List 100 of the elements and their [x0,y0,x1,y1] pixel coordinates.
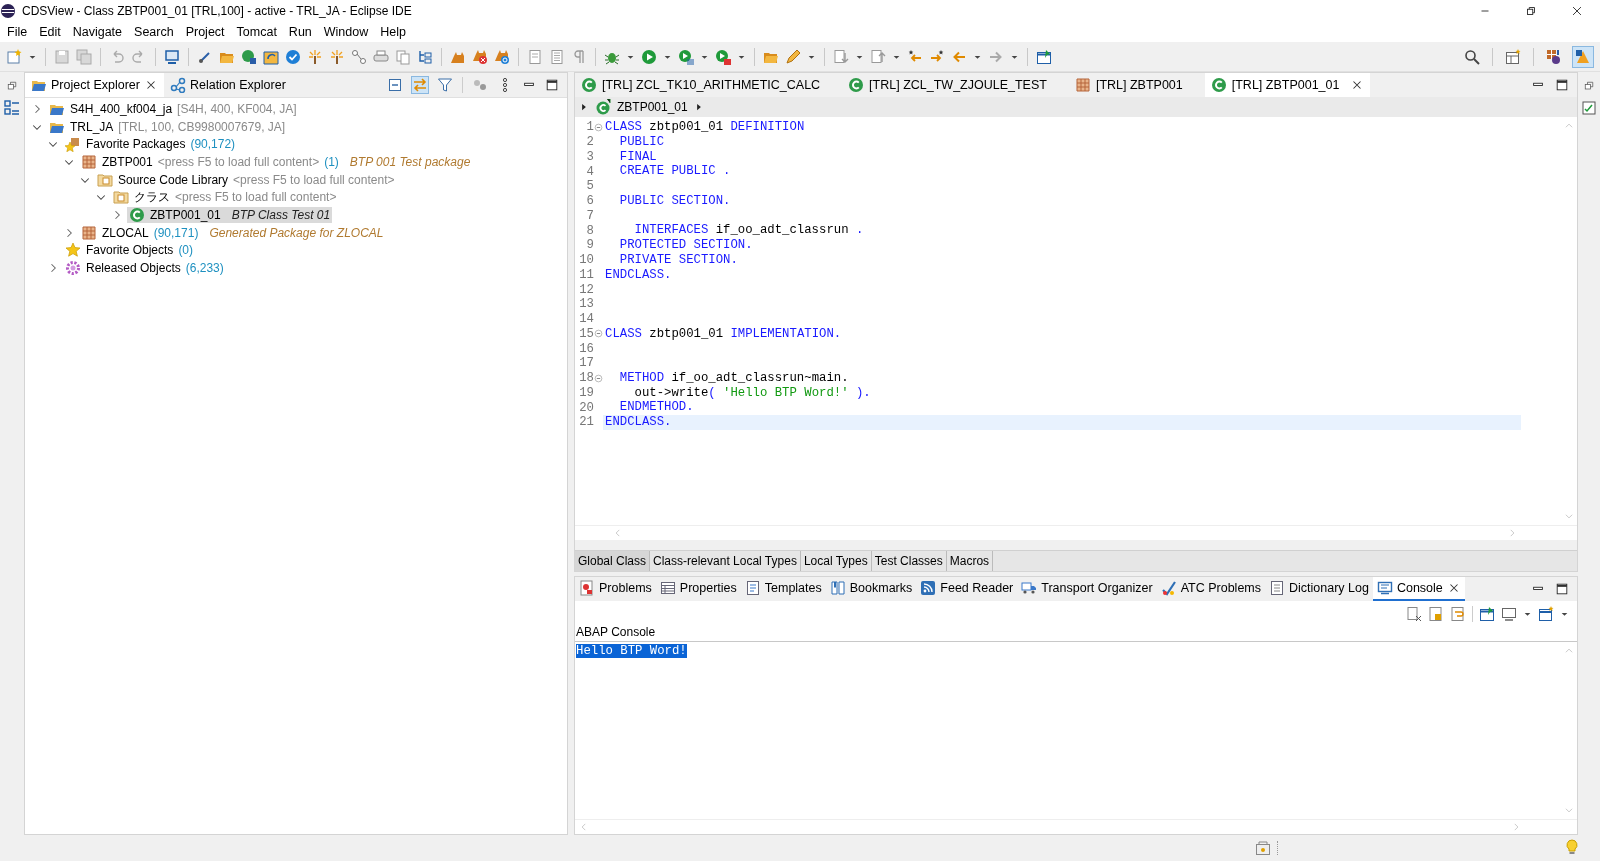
relation-icon [169,77,186,93]
nodes-icon[interactable] [351,48,367,65]
tree-item[interactable]: クラス <press F5 to load full content> [111,188,339,206]
feed-icon [920,580,937,596]
tree-item[interactable]: ZLOCAL (90,171) Generated Package for ZLOCAL [79,224,386,241]
item-detail: <press F5 to load full content> [175,190,337,205]
pin-window-icon[interactable] [1036,48,1052,65]
refresh-icon[interactable] [263,48,279,65]
perspective-icon[interactable] [1575,48,1591,65]
status-icon[interactable] [1255,840,1271,856]
view-tab[interactable]: Console [1372,577,1465,601]
maximize-icon[interactable] [1555,582,1569,596]
class-icon [848,77,865,93]
menu-item[interactable]: Run [283,24,317,40]
menu-item[interactable]: Search [129,24,179,40]
tree-item[interactable]: Favorite Packages (90,172) [63,136,238,153]
abap-perspective-icon[interactable] [1546,48,1562,65]
document-icon[interactable] [527,48,543,65]
line-number: 16 [579,341,594,356]
new-console-icon[interactable] [1538,606,1554,622]
pin-window-icon[interactable] [1479,606,1495,622]
menu-item[interactable]: Tomcat [231,24,282,40]
item-label: S4H_400_kf004_ja [70,101,173,116]
code-line: out->write( 'Hello BTP Word!' ). [633,385,872,401]
code-line: PUBLIC SECTION. [618,193,732,209]
outline-icon[interactable] [4,100,20,116]
section-tab[interactable]: Class-relevant Local Types [650,551,801,571]
tree-item[interactable]: Source Code Library <press F5 to load full content> [95,171,397,188]
clear-console-icon[interactable] [1406,606,1422,622]
tree-item[interactable]: ZBTP001 <press F5 to load full content> (1) BTP 001 Test package [79,153,473,170]
tree-item[interactable]: TRL_JA [TRL, 100, CB9980007679, JA] [47,118,288,135]
editor-tab[interactable]: [TRL] ZBTP001_01 [1204,73,1371,97]
sparkle-icon[interactable] [329,48,345,65]
search-icon[interactable] [1464,48,1480,65]
item-count: (6,233) [185,261,224,276]
maximize-icon[interactable] [545,78,559,92]
code-line: FINAL [618,149,658,165]
console-icon [1376,580,1393,596]
check-icon[interactable] [285,48,301,65]
menu-item[interactable]: Edit [34,24,66,40]
folder-icon [113,189,129,206]
line-number: 7 [586,208,594,223]
tree-item[interactable]: Favorite Objects (0) [63,242,196,259]
section-tab[interactable]: Global Class [575,551,651,571]
line-number: 4 [586,164,594,179]
console-output: Hello BTP Word! [576,644,687,658]
display-console-icon[interactable] [1501,606,1517,622]
play-icon[interactable] [641,48,657,65]
menu-item[interactable]: Project [180,24,230,40]
tree-item[interactable]: ZBTP001_01 BTP Class Test 01 [127,206,333,223]
star-icon [65,242,81,259]
run-config-icon[interactable] [678,48,694,65]
menu-item[interactable]: Help [375,24,411,40]
list-icon[interactable] [549,48,565,65]
scroll-lock-icon[interactable] [1428,606,1444,622]
cat-restart-icon[interactable] [494,48,510,65]
menu-item[interactable]: Navigate [67,24,128,40]
hierarchy-icon[interactable] [417,48,433,65]
monitor-icon[interactable] [164,48,180,65]
package-icon [81,153,97,170]
item-description: BTP Class Test 01 [231,207,331,222]
code-line: CREATE PUBLIC . [618,164,732,179]
line-number: 6 [586,194,594,209]
menu-item[interactable]: Window [318,24,374,40]
pencil-icon[interactable] [785,48,801,65]
view-tab[interactable]: Project Explorer [25,73,164,97]
sparkle-icon[interactable] [307,48,323,65]
tree-item[interactable]: S4H_400_kf004_ja [S4H, 400, KF004, JA] [47,100,299,117]
item-label: TRL_JA [70,119,114,134]
filter-icon[interactable] [437,77,453,93]
arrow-up-icon[interactable] [870,48,886,65]
menu-item[interactable]: File [2,24,33,40]
line-number: 11 [579,267,594,282]
cat-stop-icon[interactable] [472,48,488,65]
fold-icon[interactable] [594,329,603,339]
item-label: Favorite Objects [86,243,174,258]
breadcrumb-item[interactable]: ZBTP001_01 [617,100,688,114]
paragraph-icon[interactable] [571,48,587,65]
truck-icon [1021,580,1038,596]
open-perspective-icon[interactable] [1505,48,1521,65]
class-icon [595,99,611,115]
run-external-icon[interactable] [715,48,731,65]
atc-icon [1160,580,1177,596]
code-line: ENDCLASS. [604,267,673,283]
arrow-down-icon[interactable] [833,48,849,65]
collapse-all-icon[interactable] [387,77,403,93]
tree-item[interactable]: Released Objects (6,233) [63,260,226,277]
item-detail: [TRL, 100, CB9980007679, JA] [118,119,286,134]
code-line: PUBLIC [618,134,666,150]
fold-icon[interactable] [594,373,603,383]
item-count: (1) [324,154,339,169]
maximize-icon[interactable] [1555,78,1569,92]
fold-icon[interactable] [594,122,603,132]
package-icon [81,224,97,241]
task-list-icon[interactable] [1581,100,1597,116]
lightbulb-icon[interactable] [1564,838,1580,855]
nodes-icon[interactable] [472,77,488,93]
printer-icon[interactable] [373,48,389,65]
word-wrap-icon[interactable] [1450,606,1466,622]
code-line: ENDMETHOD. [618,400,695,415]
